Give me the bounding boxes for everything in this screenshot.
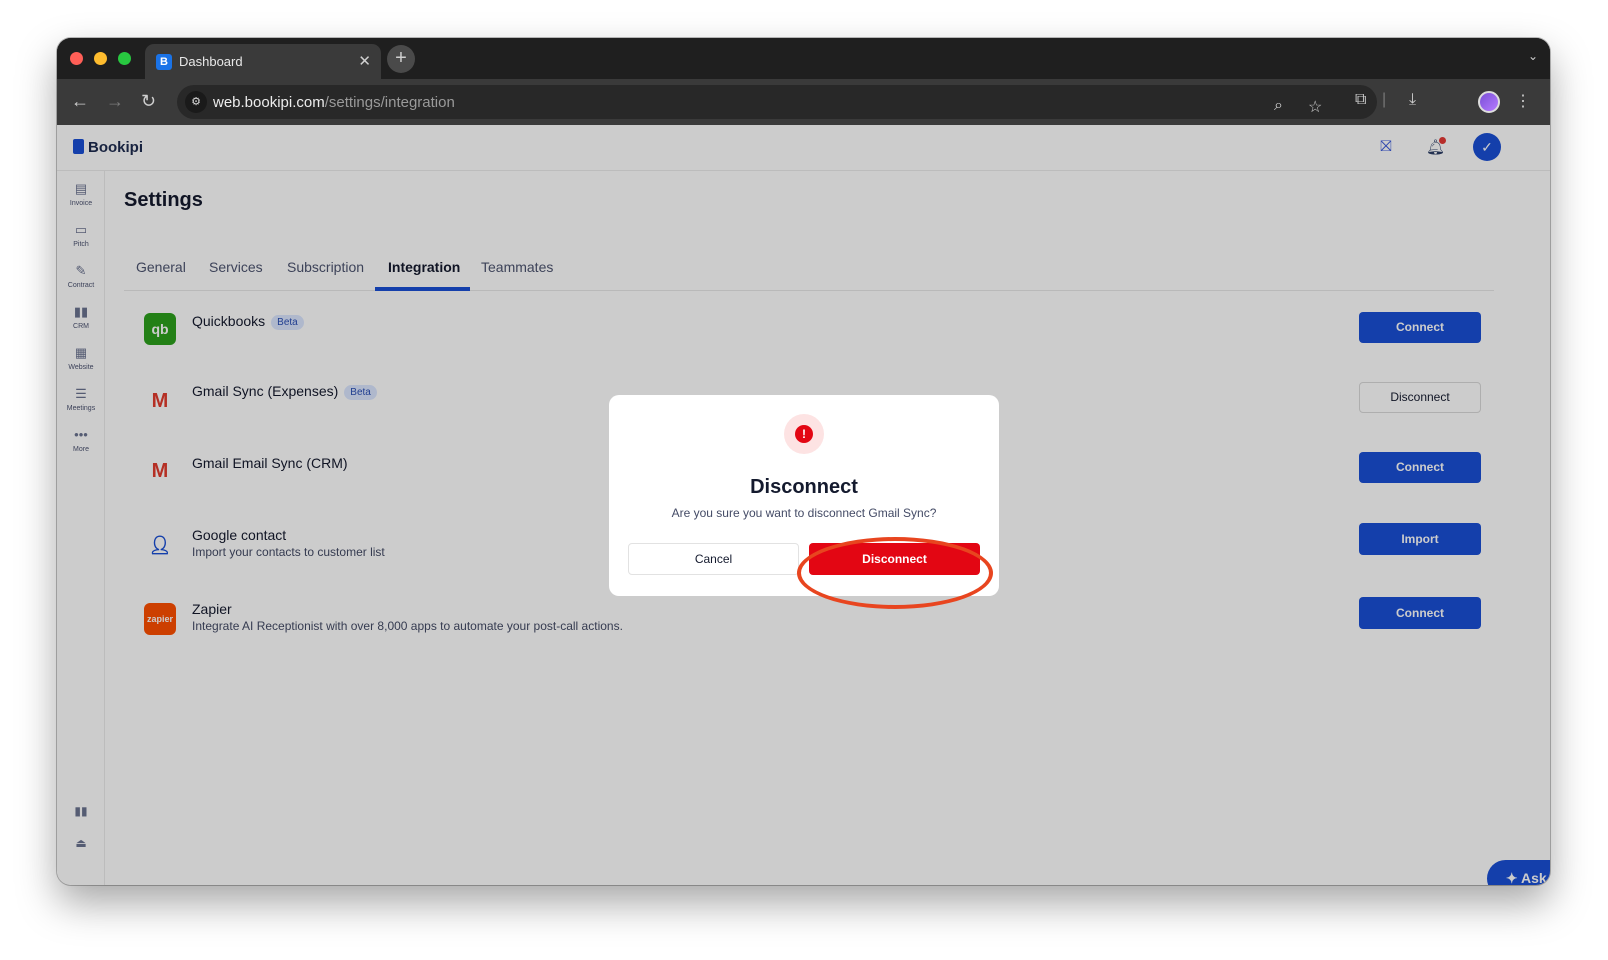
annotation-highlight-ring bbox=[797, 537, 993, 609]
extensions-icon[interactable]: ⧉ bbox=[1355, 91, 1366, 109]
forward-icon[interactable]: → bbox=[106, 90, 124, 112]
profile-avatar-icon[interactable] bbox=[1478, 91, 1500, 113]
tab-search-chevron-icon[interactable]: ⌄ bbox=[1528, 49, 1538, 63]
warning-icon: ! bbox=[795, 425, 813, 443]
cancel-button[interactable]: Cancel bbox=[628, 543, 799, 575]
back-icon[interactable]: ← bbox=[71, 90, 89, 112]
downloads-icon[interactable]: ⤓ bbox=[1409, 91, 1416, 109]
dialog-message: Are you sure you want to disconnect Gmai… bbox=[671, 506, 937, 520]
close-window-button[interactable] bbox=[70, 52, 83, 65]
address-bar[interactable]: ⚙ web.bookipi.com/settings/integration ⌕… bbox=[177, 85, 1377, 119]
tab-title: Dashboard bbox=[179, 54, 243, 69]
bookmark-star-icon[interactable]: ☆ bbox=[1308, 97, 1322, 117]
tab-bar: B Dashboard ✕ + ⌄ bbox=[57, 38, 1550, 79]
url-text[interactable]: web.bookipi.com/settings/integration bbox=[213, 94, 455, 111]
site-settings-icon[interactable]: ⚙ bbox=[185, 91, 207, 113]
kebab-menu-icon[interactable]: ⋮ bbox=[1515, 91, 1531, 111]
close-tab-icon[interactable]: ✕ bbox=[358, 52, 371, 70]
browser-tab[interactable]: B Dashboard ✕ bbox=[145, 44, 381, 79]
new-tab-button[interactable]: + bbox=[387, 45, 415, 73]
dialog-title: Disconnect bbox=[750, 476, 858, 498]
toolbar-divider: | bbox=[1382, 91, 1387, 108]
reload-icon[interactable]: ↻ bbox=[141, 90, 156, 112]
maximize-window-button[interactable] bbox=[118, 52, 131, 65]
browser-toolbar: ← → ↻ ⚙ web.bookipi.com/settings/integra… bbox=[57, 79, 1550, 125]
minimize-window-button[interactable] bbox=[94, 52, 107, 65]
zoom-icon[interactable]: ⌕ bbox=[1274, 97, 1283, 115]
bookipi-favicon-icon: B bbox=[156, 54, 172, 70]
warning-icon-wrap: ! bbox=[784, 414, 824, 454]
